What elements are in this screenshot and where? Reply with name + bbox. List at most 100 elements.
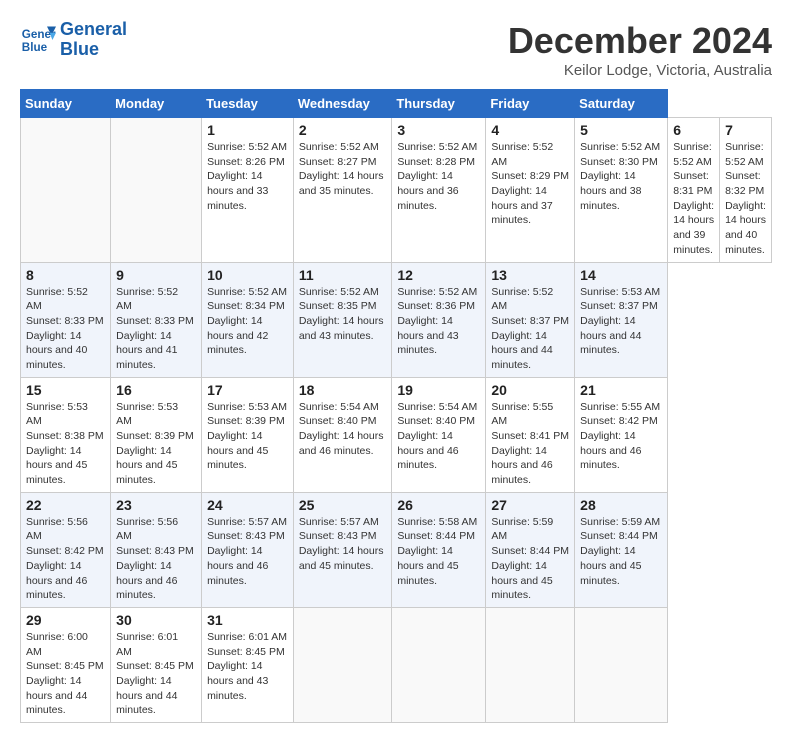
day-number: 19 <box>397 382 480 398</box>
day-info: Sunrise: 5:52 AM Sunset: 8:34 PM Dayligh… <box>207 285 288 358</box>
table-row: 27 Sunrise: 5:59 AM Sunset: 8:44 PM Dayl… <box>486 492 575 607</box>
day-info: Sunrise: 5:52 AM Sunset: 8:31 PM Dayligh… <box>673 140 714 258</box>
table-row: 26 Sunrise: 5:58 AM Sunset: 8:44 PM Dayl… <box>392 492 486 607</box>
calendar-week-3: 15 Sunrise: 5:53 AM Sunset: 8:38 PM Dayl… <box>21 377 772 492</box>
day-number: 31 <box>207 612 288 628</box>
day-info: Sunrise: 5:55 AM Sunset: 8:41 PM Dayligh… <box>491 400 569 488</box>
day-number: 20 <box>491 382 569 398</box>
day-number: 7 <box>725 122 766 138</box>
day-header-thursday: Thursday <box>392 90 486 118</box>
day-info: Sunrise: 5:57 AM Sunset: 8:43 PM Dayligh… <box>207 515 288 588</box>
table-row <box>575 607 668 722</box>
location: Keilor Lodge, Victoria, Australia <box>508 62 772 79</box>
day-header-tuesday: Tuesday <box>202 90 294 118</box>
calendar-week-5: 29 Sunrise: 6:00 AM Sunset: 8:45 PM Dayl… <box>21 607 772 722</box>
day-number: 25 <box>299 497 387 513</box>
table-row: 30 Sunrise: 6:01 AM Sunset: 8:45 PM Dayl… <box>111 607 202 722</box>
day-number: 12 <box>397 267 480 283</box>
day-info: Sunrise: 5:54 AM Sunset: 8:40 PM Dayligh… <box>397 400 480 473</box>
day-info: Sunrise: 5:53 AM Sunset: 8:39 PM Dayligh… <box>207 400 288 473</box>
table-row: 8 Sunrise: 5:52 AM Sunset: 8:33 PM Dayli… <box>21 262 111 377</box>
day-number: 18 <box>299 382 387 398</box>
table-row: 18 Sunrise: 5:54 AM Sunset: 8:40 PM Dayl… <box>293 377 392 492</box>
day-number: 2 <box>299 122 387 138</box>
day-info: Sunrise: 5:54 AM Sunset: 8:40 PM Dayligh… <box>299 400 387 459</box>
table-row: 25 Sunrise: 5:57 AM Sunset: 8:43 PM Dayl… <box>293 492 392 607</box>
day-header-saturday: Saturday <box>575 90 668 118</box>
day-number: 14 <box>580 267 662 283</box>
day-info: Sunrise: 5:52 AM Sunset: 8:33 PM Dayligh… <box>116 285 196 373</box>
day-info: Sunrise: 5:53 AM Sunset: 8:39 PM Dayligh… <box>116 400 196 488</box>
table-row: 21 Sunrise: 5:55 AM Sunset: 8:42 PM Dayl… <box>575 377 668 492</box>
day-number: 1 <box>207 122 288 138</box>
title-block: December 2024 Keilor Lodge, Victoria, Au… <box>508 20 772 79</box>
day-info: Sunrise: 6:00 AM Sunset: 8:45 PM Dayligh… <box>26 630 105 718</box>
day-info: Sunrise: 5:52 AM Sunset: 8:26 PM Dayligh… <box>207 140 288 213</box>
day-info: Sunrise: 5:53 AM Sunset: 8:38 PM Dayligh… <box>26 400 105 488</box>
day-number: 9 <box>116 267 196 283</box>
day-info: Sunrise: 5:57 AM Sunset: 8:43 PM Dayligh… <box>299 515 387 574</box>
day-number: 4 <box>491 122 569 138</box>
calendar-week-4: 22 Sunrise: 5:56 AM Sunset: 8:42 PM Dayl… <box>21 492 772 607</box>
table-row <box>486 607 575 722</box>
day-number: 5 <box>580 122 662 138</box>
table-row: 16 Sunrise: 5:53 AM Sunset: 8:39 PM Dayl… <box>111 377 202 492</box>
day-info: Sunrise: 5:52 AM Sunset: 8:33 PM Dayligh… <box>26 285 105 373</box>
table-row: 5 Sunrise: 5:52 AM Sunset: 8:30 PM Dayli… <box>575 118 668 263</box>
page-header: General Blue General Blue December 2024 … <box>20 20 772 79</box>
calendar-header-row: SundayMondayTuesdayWednesdayThursdayFrid… <box>21 90 772 118</box>
table-row: 1 Sunrise: 5:52 AM Sunset: 8:26 PM Dayli… <box>202 118 294 263</box>
table-row: 13 Sunrise: 5:52 AM Sunset: 8:37 PM Dayl… <box>486 262 575 377</box>
day-info: Sunrise: 5:59 AM Sunset: 8:44 PM Dayligh… <box>491 515 569 603</box>
table-row: 23 Sunrise: 5:56 AM Sunset: 8:43 PM Dayl… <box>111 492 202 607</box>
day-header-friday: Friday <box>486 90 575 118</box>
table-row: 31 Sunrise: 6:01 AM Sunset: 8:45 PM Dayl… <box>202 607 294 722</box>
day-number: 23 <box>116 497 196 513</box>
day-number: 6 <box>673 122 714 138</box>
day-header-sunday: Sunday <box>21 90 111 118</box>
day-info: Sunrise: 5:52 AM Sunset: 8:27 PM Dayligh… <box>299 140 387 199</box>
table-row: 3 Sunrise: 5:52 AM Sunset: 8:28 PM Dayli… <box>392 118 486 263</box>
day-info: Sunrise: 5:52 AM Sunset: 8:36 PM Dayligh… <box>397 285 480 358</box>
calendar-body: 1 Sunrise: 5:52 AM Sunset: 8:26 PM Dayli… <box>21 118 772 723</box>
table-row <box>21 118 111 263</box>
month-title: December 2024 <box>508 20 772 62</box>
day-number: 13 <box>491 267 569 283</box>
day-number: 16 <box>116 382 196 398</box>
calendar-week-1: 1 Sunrise: 5:52 AM Sunset: 8:26 PM Dayli… <box>21 118 772 263</box>
day-info: Sunrise: 5:52 AM Sunset: 8:29 PM Dayligh… <box>491 140 569 228</box>
day-number: 21 <box>580 382 662 398</box>
logo-line1: General <box>60 20 127 40</box>
day-info: Sunrise: 5:59 AM Sunset: 8:44 PM Dayligh… <box>580 515 662 588</box>
day-number: 8 <box>26 267 105 283</box>
table-row: 2 Sunrise: 5:52 AM Sunset: 8:27 PM Dayli… <box>293 118 392 263</box>
calendar-table: SundayMondayTuesdayWednesdayThursdayFrid… <box>20 89 772 723</box>
day-info: Sunrise: 6:01 AM Sunset: 8:45 PM Dayligh… <box>116 630 196 718</box>
day-info: Sunrise: 5:56 AM Sunset: 8:42 PM Dayligh… <box>26 515 105 603</box>
table-row: 22 Sunrise: 5:56 AM Sunset: 8:42 PM Dayl… <box>21 492 111 607</box>
day-number: 26 <box>397 497 480 513</box>
day-number: 22 <box>26 497 105 513</box>
logo-line2: Blue <box>60 40 127 60</box>
table-row <box>392 607 486 722</box>
day-info: Sunrise: 5:56 AM Sunset: 8:43 PM Dayligh… <box>116 515 196 603</box>
table-row: 15 Sunrise: 5:53 AM Sunset: 8:38 PM Dayl… <box>21 377 111 492</box>
day-info: Sunrise: 5:52 AM Sunset: 8:30 PM Dayligh… <box>580 140 662 213</box>
svg-text:Blue: Blue <box>22 41 48 54</box>
table-row: 14 Sunrise: 5:53 AM Sunset: 8:37 PM Dayl… <box>575 262 668 377</box>
table-row: 17 Sunrise: 5:53 AM Sunset: 8:39 PM Dayl… <box>202 377 294 492</box>
table-row: 24 Sunrise: 5:57 AM Sunset: 8:43 PM Dayl… <box>202 492 294 607</box>
calendar-week-2: 8 Sunrise: 5:52 AM Sunset: 8:33 PM Dayli… <box>21 262 772 377</box>
day-info: Sunrise: 5:58 AM Sunset: 8:44 PM Dayligh… <box>397 515 480 588</box>
table-row: 7 Sunrise: 5:52 AM Sunset: 8:32 PM Dayli… <box>720 118 772 263</box>
logo: General Blue General Blue <box>20 20 127 60</box>
table-row: 12 Sunrise: 5:52 AM Sunset: 8:36 PM Dayl… <box>392 262 486 377</box>
day-info: Sunrise: 5:52 AM Sunset: 8:37 PM Dayligh… <box>491 285 569 373</box>
logo-icon: General Blue <box>20 22 56 58</box>
day-header-monday: Monday <box>111 90 202 118</box>
table-row: 9 Sunrise: 5:52 AM Sunset: 8:33 PM Dayli… <box>111 262 202 377</box>
day-info: Sunrise: 5:52 AM Sunset: 8:28 PM Dayligh… <box>397 140 480 213</box>
day-info: Sunrise: 6:01 AM Sunset: 8:45 PM Dayligh… <box>207 630 288 703</box>
day-number: 3 <box>397 122 480 138</box>
table-row <box>111 118 202 263</box>
